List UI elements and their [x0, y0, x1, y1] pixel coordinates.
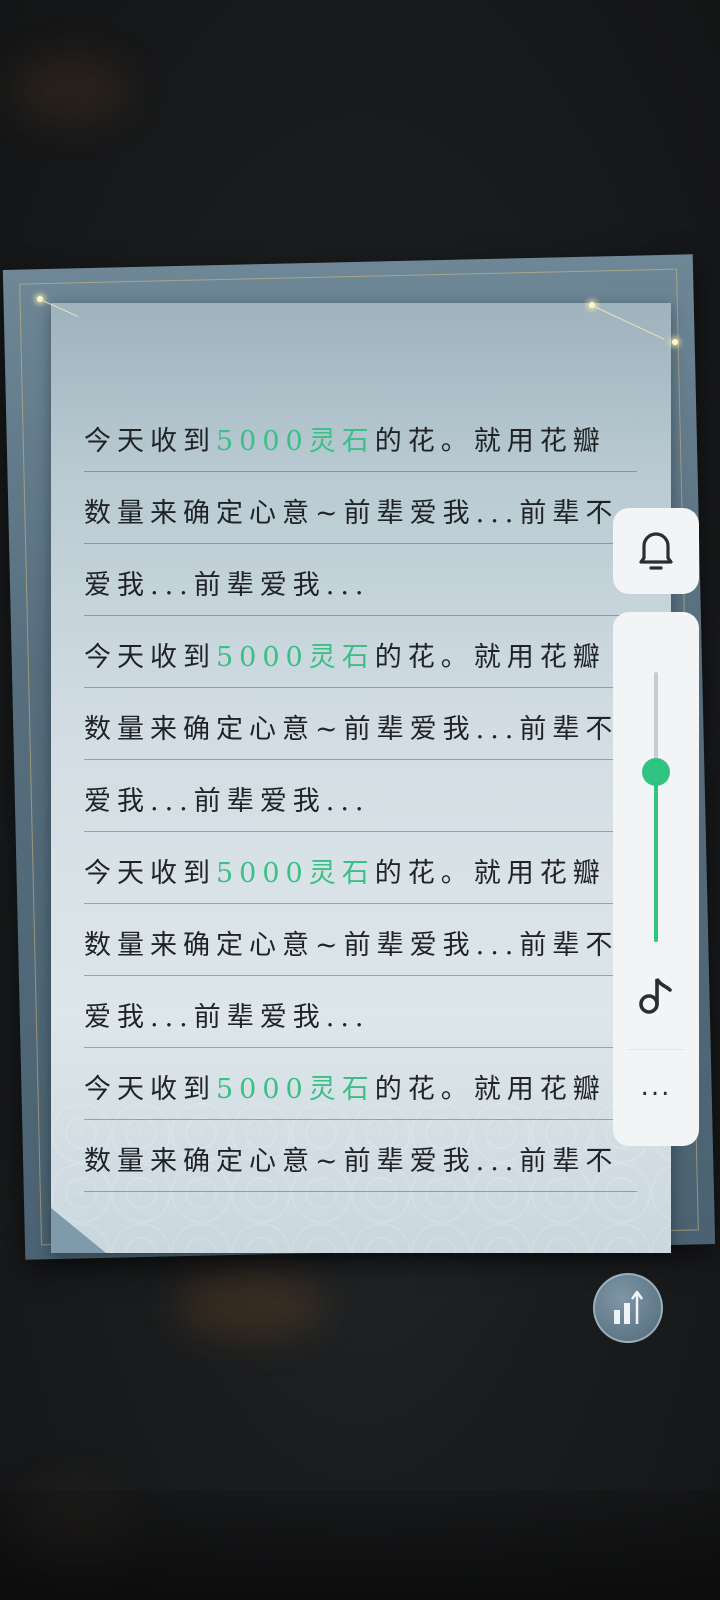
letter-text-segment: 的花。就用花瓣: [374, 858, 606, 889]
music-note-icon[interactable]: [636, 974, 676, 1016]
letter-text-segment: 今天收到: [84, 642, 216, 673]
letter-line: 爱我...前辈爱我...: [84, 760, 637, 832]
letter-line: 数量来确定心意~前辈爱我...前辈不: [84, 1120, 637, 1192]
letter-text-segment: 今天收到: [84, 858, 216, 889]
volume-slider-fill: [654, 771, 658, 942]
letter-text-segment: 数量来确定心意~前辈爱我...前辈不: [84, 930, 619, 961]
star-icon: [672, 339, 678, 345]
letter-text-segment: 爱我...前辈爱我...: [84, 1002, 370, 1033]
letter-text-segment: 数量来确定心意~前辈爱我...前辈不: [84, 498, 619, 529]
letter-text-segment: 爱我...前辈爱我...: [84, 786, 370, 817]
letter-line: 今天收到5000灵石的花。就用花瓣: [84, 1048, 637, 1120]
letter-text-segment: 的花。就用花瓣: [374, 426, 606, 457]
volume-slider-knob[interactable]: [642, 757, 670, 786]
letter-corner-fold: [51, 1208, 106, 1253]
letter-line: 数量来确定心意~前辈爱我...前辈不: [84, 688, 637, 760]
letter-text-segment: 的花。就用花瓣: [374, 642, 606, 673]
letter-text-segment: 数量来确定心意~前辈爱我...前辈不: [84, 714, 619, 745]
highlight-text: 5000灵石: [216, 1074, 375, 1105]
highlight-text: 5000灵石: [216, 858, 375, 889]
letter-text-segment: 爱我...前辈爱我...: [84, 570, 370, 601]
stats-button[interactable]: [593, 1273, 663, 1343]
letter-line: 爱我...前辈爱我...: [84, 544, 637, 616]
letter-text-segment: 数量来确定心意~前辈爱我...前辈不: [84, 1146, 619, 1177]
bottom-shadow-bar: [0, 1490, 720, 1600]
background-glow: [175, 1270, 325, 1340]
letter-line: 爱我...前辈爱我...: [84, 976, 637, 1048]
letter-line: 今天收到5000灵石的花。就用花瓣: [84, 400, 637, 472]
letter-line: 数量来确定心意~前辈爱我...前辈不: [84, 472, 637, 544]
bell-icon[interactable]: [636, 528, 676, 574]
letter-line: 数量来确定心意~前辈爱我...前辈不: [84, 904, 637, 976]
letter-line: 今天收到5000灵石的花。就用花瓣: [84, 616, 637, 688]
bar-chart-up-icon: [614, 1290, 644, 1324]
highlight-text: 5000灵石: [216, 642, 375, 673]
notify-card[interactable]: [613, 508, 699, 594]
background-glow: [10, 55, 130, 125]
letter-text-segment: 今天收到: [84, 1074, 216, 1105]
control-panel: ...: [613, 612, 699, 1146]
more-options-button[interactable]: ...: [613, 1067, 699, 1107]
panel-divider: [627, 1049, 685, 1050]
letter-text-segment: 今天收到: [84, 426, 216, 457]
letter-line: 今天收到5000灵石的花。就用花瓣: [84, 832, 637, 904]
letter-text-segment: 的花。就用花瓣: [374, 1074, 606, 1105]
highlight-text: 5000灵石: [216, 426, 375, 457]
